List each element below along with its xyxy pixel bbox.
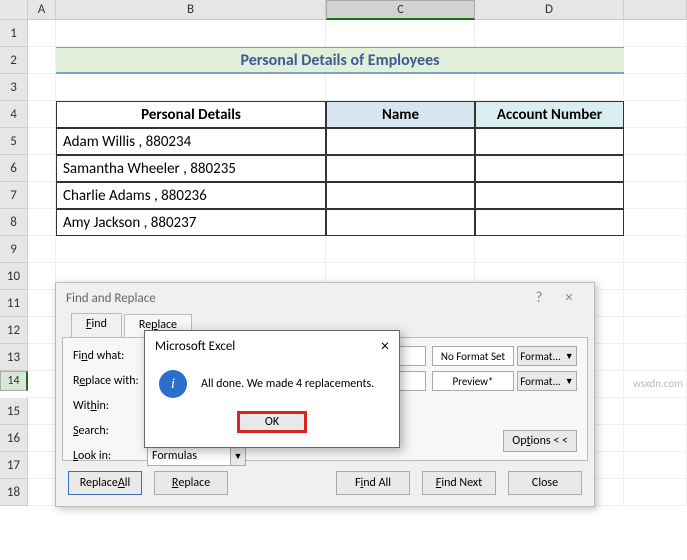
col-head-c[interactable]: C <box>326 0 475 20</box>
row-head-1[interactable]: 1 <box>0 20 28 47</box>
table-row[interactable] <box>326 155 475 182</box>
table-row[interactable] <box>326 209 475 236</box>
table-row[interactable] <box>475 182 624 209</box>
alert-message: All done. We made 4 replacements. <box>201 377 374 391</box>
dialog-titlebar[interactable]: Find and Replace ? × <box>56 283 594 313</box>
row-head-17[interactable]: 17 <box>0 452 28 479</box>
replace-button[interactable]: Replace <box>154 471 228 495</box>
close-icon[interactable]: × <box>554 289 584 307</box>
row-head-2[interactable]: 2 <box>0 47 28 74</box>
close-icon[interactable]: × <box>381 337 389 356</box>
replace-format-display: Preview* <box>432 371 514 391</box>
search-label: Search: <box>73 424 147 438</box>
find-format-display: No Format Set <box>432 346 514 366</box>
find-next-button[interactable]: Find Next <box>422 471 496 495</box>
col-head-extra <box>624 0 687 20</box>
watermark: wsxdn.com <box>633 377 683 390</box>
replace-with-label: Replace with: <box>73 374 147 388</box>
chevron-down-icon[interactable]: ▼ <box>565 376 574 387</box>
info-icon: i <box>159 370 187 398</box>
row-head-16[interactable]: 16 <box>0 425 28 452</box>
table-row[interactable]: Amy Jackson , 880237 <box>56 209 326 236</box>
options-button[interactable]: Options < < <box>503 430 577 452</box>
replace-all-button[interactable]: Replace All <box>68 471 142 495</box>
help-button[interactable]: ? <box>524 289 554 307</box>
table-row[interactable] <box>475 209 624 236</box>
chevron-down-icon[interactable]: ▼ <box>565 351 574 362</box>
table-row[interactable]: Charlie Adams , 880236 <box>56 182 326 209</box>
page-title: Personal Details of Employees <box>56 47 624 74</box>
dialog-title: Find and Replace <box>66 291 156 306</box>
find-all-button[interactable]: Find All <box>336 471 410 495</box>
row-head-12[interactable]: 12 <box>0 317 28 344</box>
row-head-8[interactable]: 8 <box>0 209 28 236</box>
chevron-down-icon[interactable]: ▼ <box>230 446 246 466</box>
row-head-13[interactable]: 13 <box>0 344 28 371</box>
within-label: Within: <box>73 399 147 413</box>
ok-button[interactable]: OK <box>237 411 307 433</box>
select-all-corner[interactable] <box>0 0 28 20</box>
row-head-15[interactable]: 15 <box>0 398 28 425</box>
row-head-9[interactable]: 9 <box>0 236 28 263</box>
alert-titlebar[interactable]: Microsoft Excel × <box>145 331 399 361</box>
table-row[interactable] <box>475 128 624 155</box>
table-row[interactable]: Samantha Wheeler , 880235 <box>56 155 326 182</box>
find-what-label: Find what: <box>73 349 147 363</box>
table-row[interactable] <box>326 182 475 209</box>
col-head-d[interactable]: D <box>475 0 624 20</box>
row-head-6[interactable]: 6 <box>0 155 28 182</box>
row-head-4[interactable]: 4 <box>0 101 28 128</box>
find-format-button[interactable]: Format...▼ <box>517 346 577 366</box>
row-head-18[interactable]: 18 <box>0 479 28 506</box>
lookin-label: Look in: <box>73 449 147 463</box>
alert-title: Microsoft Excel <box>155 339 235 354</box>
table-row[interactable] <box>326 128 475 155</box>
row-head-7[interactable]: 7 <box>0 182 28 209</box>
table-header-personal[interactable]: Personal Details <box>56 101 326 128</box>
replace-format-button[interactable]: Format...▼ <box>517 371 577 391</box>
table-row[interactable]: Adam Willis , 880234 <box>56 128 326 155</box>
tab-find[interactable]: Find <box>71 313 122 337</box>
col-head-b[interactable]: B <box>56 0 326 20</box>
row-head-14[interactable]: 14 <box>0 371 28 391</box>
table-header-name[interactable]: Name <box>326 101 475 128</box>
table-header-account[interactable]: Account Number <box>475 101 624 128</box>
close-button[interactable]: Close <box>508 471 582 495</box>
row-head-10[interactable]: 10 <box>0 263 28 290</box>
col-head-a[interactable]: A <box>28 0 56 20</box>
row-head-3[interactable]: 3 <box>0 74 28 101</box>
row-head-5[interactable]: 5 <box>0 128 28 155</box>
row-head-11[interactable]: 11 <box>0 290 28 317</box>
lookin-select[interactable]: Formulas <box>147 446 231 466</box>
table-row[interactable] <box>475 155 624 182</box>
alert-dialog: Microsoft Excel × i All done. We made 4 … <box>144 330 400 448</box>
